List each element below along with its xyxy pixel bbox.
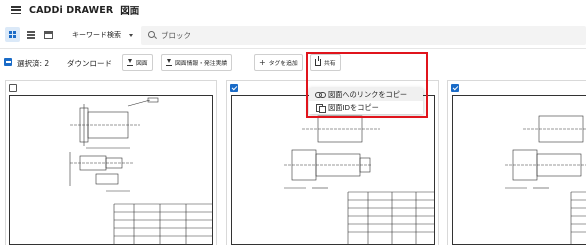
plus-icon: + bbox=[259, 57, 266, 67]
table-view-button[interactable] bbox=[41, 27, 56, 42]
hamburger-menu-icon[interactable] bbox=[11, 6, 21, 14]
card-checkbox[interactable] bbox=[230, 84, 238, 92]
search-input[interactable] bbox=[161, 31, 561, 40]
link-icon bbox=[315, 91, 326, 98]
add-tag-button[interactable]: + タグを追加 bbox=[254, 54, 303, 71]
grid-view-button[interactable] bbox=[5, 27, 20, 42]
drawing-thumbnail bbox=[231, 95, 435, 245]
download-drawing-label: 図面 bbox=[136, 61, 148, 67]
card-checkbox[interactable] bbox=[451, 84, 459, 92]
app-header: CADDi DRAWER 図面 bbox=[0, 0, 586, 20]
download-drawing-info-label: 図面情報・発注実績 bbox=[175, 61, 228, 67]
add-tag-label: タグを追加 bbox=[268, 61, 298, 67]
search-toolbar: キーワード検索 bbox=[0, 25, 586, 46]
table-icon bbox=[44, 30, 53, 39]
drawing-card[interactable] bbox=[447, 80, 586, 245]
grid-icon bbox=[9, 31, 16, 38]
search-icon bbox=[148, 31, 157, 40]
keyword-select-label: キーワード検索 bbox=[72, 31, 121, 39]
copy-icon bbox=[316, 103, 326, 113]
download-drawing-button[interactable]: 図面 bbox=[122, 54, 153, 71]
share-label: 共有 bbox=[324, 61, 336, 67]
list-icon bbox=[26, 30, 35, 39]
search-box[interactable] bbox=[141, 26, 586, 45]
share-button[interactable]: 共有 bbox=[310, 54, 341, 71]
download-icon bbox=[166, 59, 172, 66]
drawing-card[interactable] bbox=[5, 80, 217, 245]
app-root: CADDi DRAWER 図面 キーワード検索 選択済: 2 ダウンロード 図面 bbox=[0, 0, 586, 245]
app-title: CADDi DRAWER bbox=[29, 4, 114, 16]
drawing-thumbnail bbox=[9, 95, 213, 245]
card-checkbox[interactable] bbox=[9, 84, 17, 92]
share-icon bbox=[315, 56, 321, 66]
copy-drawing-id-item[interactable]: 図面IDをコピー bbox=[309, 101, 423, 114]
share-menu: 図面へのリンクをコピー 図面IDをコピー bbox=[309, 88, 423, 114]
keyword-search-select[interactable]: キーワード検索 bbox=[72, 30, 133, 40]
download-label: ダウンロード bbox=[67, 59, 112, 68]
drawing-thumbnail bbox=[452, 95, 586, 245]
download-icon bbox=[127, 59, 133, 66]
copy-drawing-link-label: 図面へのリンクをコピー bbox=[328, 89, 408, 99]
selected-count: 選択済: 2 bbox=[17, 59, 50, 68]
toolbar-divider bbox=[0, 48, 586, 49]
download-drawing-info-button[interactable]: 図面情報・発注実績 bbox=[161, 54, 233, 71]
copy-drawing-id-label: 図面IDをコピー bbox=[328, 102, 379, 112]
deselect-all-checkbox[interactable] bbox=[4, 58, 12, 66]
page-title: 図面 bbox=[120, 6, 140, 17]
selection-toolbar: 選択済: 2 ダウンロード 図面 図面情報・発注実績 + タグを追加 共有 bbox=[0, 53, 586, 73]
list-view-button[interactable] bbox=[23, 27, 38, 42]
chevron-down-icon bbox=[129, 33, 133, 37]
copy-drawing-link-item[interactable]: 図面へのリンクをコピー bbox=[309, 88, 423, 101]
